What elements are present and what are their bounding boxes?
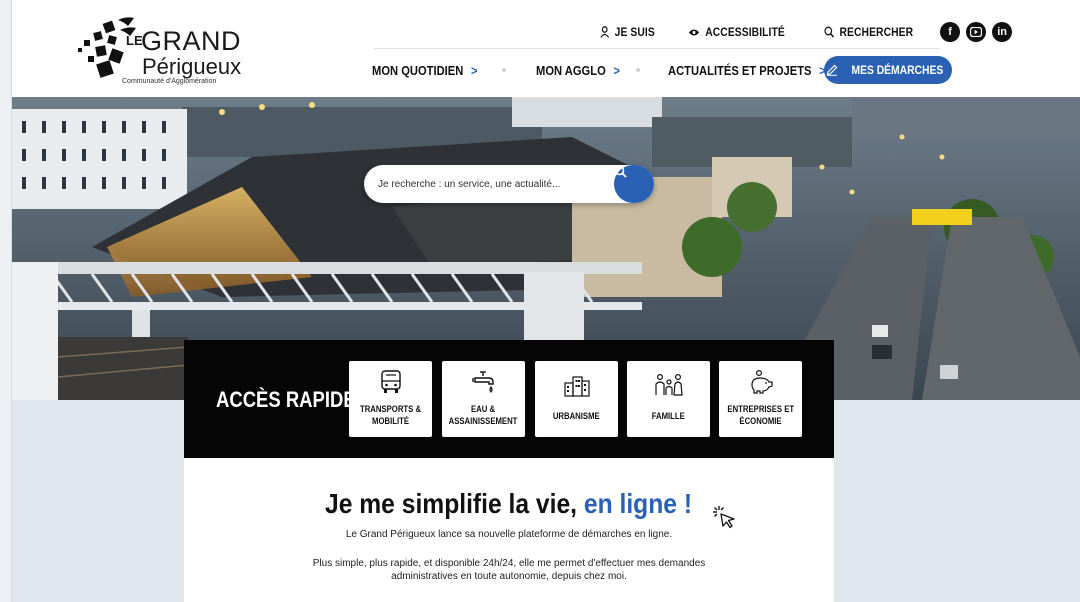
accessibilite-link[interactable]: ACCESSIBILITÉ [688, 25, 785, 39]
logo-subtitle: Communauté d'Agglomération [122, 78, 217, 85]
je-suis-label: JE SUIS [614, 25, 655, 39]
chevron-right-icon: > [471, 63, 478, 78]
quick-tile-entreprises-line1: ENTREPRISES ET [727, 404, 794, 414]
mes-demarches-label: MES DÉMARCHES [851, 63, 943, 77]
quick-tile-famille-label: FAMILLE [651, 411, 686, 421]
promo-headline-accent: en ligne ! [584, 488, 693, 519]
linkedin-icon[interactable]: in [992, 22, 1013, 42]
quick-access-title: ACCÈS RAPIDE [216, 387, 356, 412]
rechercher-link[interactable]: RECHERCHER [824, 25, 913, 39]
nav-mon-agglo-label: MON AGGLO [536, 63, 606, 78]
user-icon [600, 26, 610, 38]
family-icon [654, 373, 683, 396]
quick-tile-entreprises[interactable]: ENTREPRISES ET ÉCONOMIE [719, 361, 802, 437]
page: LE GRAND Périgueux Communauté d'Agglomér… [0, 0, 1080, 602]
buildings-icon [563, 376, 590, 397]
logo-mark-icon [78, 17, 136, 78]
search-icon [614, 165, 627, 178]
promo-headline-main: Je me simplifie la vie, [325, 488, 585, 519]
bus-icon [380, 370, 401, 393]
logo-grand-text: GRAND [141, 26, 242, 56]
mes-demarches-button[interactable]: MES DÉMARCHES [824, 56, 952, 84]
quick-tile-eau[interactable]: EAU & ASSAINISSEMENT [442, 361, 525, 437]
mouse-cursor-icon [713, 506, 735, 529]
nav-separator [636, 68, 640, 72]
quick-tile-urbanisme-label: URBANISME [553, 411, 600, 421]
window-edge [0, 0, 12, 602]
quick-tile-eau-line2: ASSAINISSEMENT [449, 416, 518, 426]
facebook-icon[interactable]: f [940, 22, 961, 42]
quick-tile-transports-line2: MOBILITÉ [372, 416, 409, 426]
eye-icon [688, 29, 699, 35]
nav-mon-quotidien-label: MON QUOTIDIEN [372, 63, 464, 78]
nav-separator [502, 68, 506, 72]
quick-tile-transports[interactable]: TRANSPORTS & MOBILITÉ [349, 361, 432, 437]
utility-bar: JE SUIS ACCESSIBILITÉ RECHERCHER f in [600, 20, 1013, 44]
search-input[interactable] [378, 165, 608, 203]
nav-actualites-label: ACTUALITÉS ET PROJETS [668, 63, 812, 78]
header-divider [374, 48, 940, 49]
search-bar [364, 165, 654, 203]
je-suis-link[interactable]: JE SUIS [600, 25, 655, 39]
search-submit-button[interactable] [614, 165, 654, 203]
accessibilite-label: ACCESSIBILITÉ [704, 25, 785, 39]
quick-tile-entreprises-line2: ÉCONOMIE [739, 416, 782, 426]
site-header: LE GRAND Périgueux Communauté d'Agglomér… [12, 0, 1080, 97]
water-tap-icon [471, 371, 494, 393]
main-nav: MON QUOTIDIEN > MON AGGLO > ACTUALITÉS E… [372, 56, 952, 84]
quick-tile-urbanisme[interactable]: URBANISME [535, 361, 618, 437]
nav-mon-agglo[interactable]: MON AGGLO > [536, 63, 620, 78]
youtube-icon[interactable] [966, 22, 987, 42]
logo-perigueux-text: Périgueux [142, 54, 242, 79]
quick-tile-famille[interactable]: FAMILLE [627, 361, 710, 437]
site-logo[interactable]: LE GRAND Périgueux Communauté d'Agglomér… [78, 14, 248, 86]
quick-access-panel: ACCÈS RAPIDE TRANSPORTS & MOBILITÉ EAU &… [184, 340, 834, 458]
chevron-right-icon: > [613, 63, 621, 78]
quick-tile-eau-line1: EAU & [471, 404, 496, 414]
nav-actualites-projets[interactable]: ACTUALITÉS ET PROJETS > [668, 63, 826, 78]
pencil-icon [826, 64, 838, 76]
rechercher-label: RECHERCHER [839, 25, 914, 39]
social-links: f in [940, 22, 1013, 42]
piggy-bank-icon [750, 369, 773, 394]
promo-paragraph-2: Plus simple, plus rapide, et disponible … [312, 558, 706, 582]
search-icon [824, 26, 835, 38]
nav-mon-quotidien[interactable]: MON QUOTIDIEN > [372, 63, 478, 78]
quick-tile-transports-line1: TRANSPORTS & [359, 404, 422, 414]
